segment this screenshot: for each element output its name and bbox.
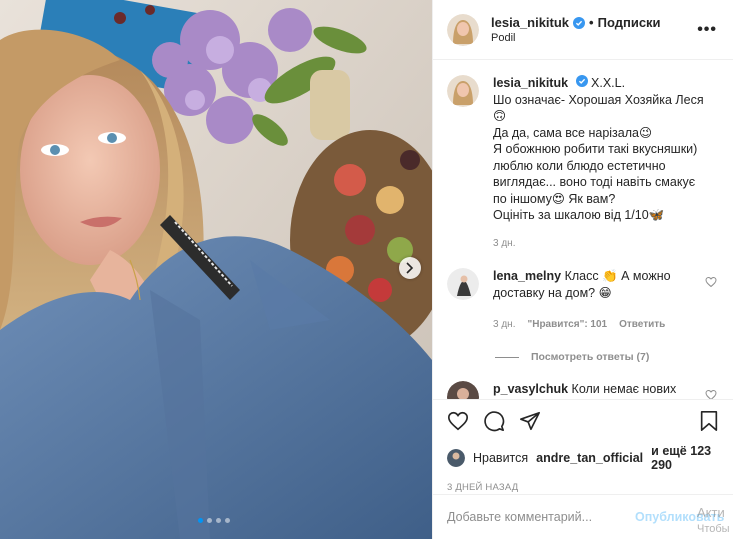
liker-picture-image (447, 449, 465, 467)
caption-line: Оцініть за шкалою від 1/10🦋 (493, 208, 665, 222)
post-details-panel: lesia_nikituk • Подписки Podil ••• lesia… (432, 0, 733, 539)
separator-dot: • (589, 15, 594, 30)
comment-like-heart-icon[interactable] (705, 276, 717, 291)
comment-body: p_vasylchuk Коли немає нових (493, 381, 701, 399)
commenter-picture-image (447, 381, 479, 399)
carousel-dot (198, 518, 203, 523)
comment-like-heart-icon[interactable] (705, 389, 717, 399)
watermark-line: Акти (697, 505, 725, 520)
avatar[interactable] (447, 13, 479, 46)
caption-first-line: lesia_nikituk X.X.L. (493, 75, 717, 92)
comment-meta: 3 дн. "Нравится": 101 Ответить (493, 316, 701, 333)
comment-icon[interactable] (483, 410, 505, 432)
post-date[interactable]: 3 дней назад (447, 482, 719, 493)
comment-item: p_vasylchuk Коли немає нових (447, 381, 717, 399)
comment-likes-count[interactable]: "Нравится": 101 (527, 316, 607, 333)
comment-body: lena_melny Класс 👏 А можно доставку на д… (493, 268, 701, 333)
reply-button[interactable]: Ответить (619, 316, 665, 333)
post-photo[interactable] (0, 0, 432, 539)
liker-username-link[interactable]: andre_tan_official (536, 451, 643, 465)
caption-line: Да да, сама все нарізала😉 (493, 125, 653, 140)
carousel-dot (225, 518, 230, 523)
selfie-photo-image (0, 0, 432, 539)
comments-section[interactable]: lesia_nikituk X.X.L. Шо означає- Хорошая… (433, 61, 733, 399)
caption-line: виглядає... воно тоді навіть смакує (493, 175, 696, 189)
post-header-line: lesia_nikituk • Подписки (491, 15, 689, 30)
caption-line: 🙃 (493, 109, 507, 123)
likes-prefix: Нравится (473, 451, 529, 465)
avatar[interactable] (447, 381, 479, 399)
instagram-post-view: lesia_nikituk • Подписки Podil ••• lesia… (0, 0, 733, 539)
avatar[interactable] (447, 449, 465, 467)
bookmark-icon[interactable] (699, 410, 719, 432)
commenter-picture-image (447, 268, 479, 300)
caption-line: Я обожнюю робити такі вкусняшки) (493, 142, 698, 156)
author-username-link[interactable]: lesia_nikituk (491, 15, 569, 30)
carousel-dot (207, 518, 212, 523)
post-header-info: lesia_nikituk • Подписки Podil (491, 15, 689, 44)
watermark-line: Чтобы (697, 523, 730, 535)
avatar[interactable] (447, 75, 479, 107)
view-replies-button[interactable]: Посмотреть ответы (7) (495, 351, 717, 363)
profile-picture-image (447, 75, 479, 107)
share-icon[interactable] (519, 410, 541, 432)
divider-line (495, 356, 519, 358)
add-comment-form: Опубликовать (433, 494, 733, 539)
caption-username-link[interactable]: lesia_nikituk (493, 76, 568, 90)
carousel-next-button[interactable] (399, 257, 421, 279)
comment-item: lena_melny Класс 👏 А можно доставку на д… (447, 268, 717, 333)
carousel-dot (216, 518, 221, 523)
comment-text: Коли немає нових (571, 382, 677, 396)
caption-line: люблю коли блюдо естетично (493, 158, 666, 173)
post-caption: lesia_nikituk X.X.L. Шо означає- Хорошая… (447, 75, 717, 252)
verified-badge-icon (573, 16, 586, 29)
likes-count-link[interactable]: и ещё 123 290 (651, 444, 719, 472)
avatar[interactable] (447, 268, 479, 300)
carousel-indicator (198, 518, 230, 523)
more-options-button[interactable]: ••• (697, 21, 717, 39)
post-actions-area: Нравится andre_tan_official и ещё 123 29… (433, 399, 733, 494)
caption-line: X.X.L. (591, 76, 626, 90)
caption-text: lesia_nikituk X.X.L. Шо означає- Хорошая… (493, 75, 717, 252)
caption-line: по іншому😍 Як вам? (493, 191, 616, 206)
comment-username-link[interactable]: p_vasylchuk (493, 382, 568, 396)
following-button[interactable]: Подписки (598, 15, 661, 30)
heart-icon[interactable] (447, 410, 469, 432)
view-replies-label: Посмотреть ответы (7) (531, 351, 650, 363)
verified-badge-icon (575, 75, 588, 87)
location-link[interactable]: Podil (491, 32, 689, 44)
post-header: lesia_nikituk • Подписки Podil ••• (433, 0, 733, 60)
caption-timestamp[interactable]: 3 дн. (493, 236, 717, 253)
profile-picture-image (447, 13, 479, 46)
comment-input[interactable] (447, 510, 627, 524)
windows-activation-watermark: Акти Чтобы (697, 504, 733, 538)
post-actions-bar (447, 408, 719, 434)
caption-line: Шо означає- Хорошая Хозяйка Леся (493, 92, 704, 107)
likes-summary: Нравится andre_tan_official и ещё 123 29… (447, 444, 719, 472)
chevron-right-icon (406, 262, 414, 274)
comment-timestamp[interactable]: 3 дн. (493, 316, 515, 333)
comment-username-link[interactable]: lena_melny (493, 269, 561, 283)
